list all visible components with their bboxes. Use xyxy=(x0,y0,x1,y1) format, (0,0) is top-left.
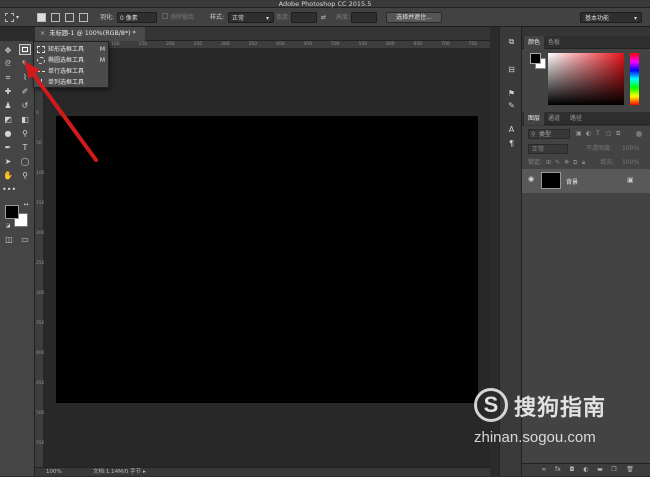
color-fg-swatch-front[interactable] xyxy=(530,53,541,64)
properties-panel-icon[interactable]: ⊟ xyxy=(506,65,517,75)
lock-row: 锁定: ⊞ ✎ ✥ ⧉ 🔒︎ 填充: 100% xyxy=(524,157,648,169)
filter-shape-icon[interactable]: ▢ xyxy=(606,129,612,139)
blend-mode-value: 正常 xyxy=(532,146,545,153)
opacity-value[interactable]: 100% xyxy=(622,144,639,154)
search-icon: ⚲ xyxy=(531,131,536,138)
add-mask-icon[interactable]: ◘ xyxy=(568,466,576,474)
new-group-icon[interactable]: ▬ xyxy=(596,466,604,474)
adjustment-layer-icon[interactable]: ◐ xyxy=(582,466,590,474)
watermark-brand: 搜狗指南 xyxy=(514,396,607,421)
blend-row: 正常 不透明度: 100% xyxy=(524,143,648,155)
history-panel-icon[interactable]: ⧉ xyxy=(506,37,517,47)
lock-label: 锁定: xyxy=(528,159,543,166)
new-layer-icon[interactable]: ❐ xyxy=(610,466,618,474)
foreground-color-swatch-front[interactable] xyxy=(5,205,19,219)
character-panel-icon[interactable]: A xyxy=(506,125,517,135)
fill-value[interactable]: 100% xyxy=(622,158,639,168)
tab-layers[interactable]: 图层 xyxy=(524,112,545,125)
filter-adjust-icon[interactable]: ◐ xyxy=(586,129,591,139)
filter-type-icon[interactable]: T xyxy=(596,129,600,139)
layers-bottom-bar: ∞ fx ◘ ◐ ▬ ❐ 🗑︎ xyxy=(522,463,650,476)
blend-mode-select[interactable]: 正常 xyxy=(528,144,568,154)
watermark-url: zhinan.sogou.com xyxy=(474,429,596,446)
layer-filter-label: 类型 xyxy=(539,131,552,138)
layer-name[interactable]: 背景 xyxy=(566,177,578,186)
lock-all-icon[interactable]: 🔒︎ xyxy=(582,158,585,168)
tab-swatches[interactable]: 色板 xyxy=(548,36,560,49)
lock-move-icon[interactable]: ✥ xyxy=(564,158,569,168)
layer-filter-select[interactable]: ⚲ 类型 xyxy=(528,129,570,139)
layers-panel-tabs: 图层 通道 路径 xyxy=(522,112,650,125)
paragraph-panel-icon[interactable]: ¶ xyxy=(506,139,517,149)
color-field[interactable] xyxy=(548,53,624,105)
filter-smart-icon[interactable]: ⧉ xyxy=(616,129,620,139)
fill-label: 填充: xyxy=(600,159,615,166)
adjust-panel-icon[interactable]: ⚑ xyxy=(506,89,517,99)
color-panel xyxy=(522,49,650,113)
layer-thumbnail xyxy=(541,172,561,189)
watermark: S 搜狗指南 zhinan.sogou.com xyxy=(470,385,650,455)
color-panel-tabs: 颜色 色板 xyxy=(522,36,650,49)
fx-icon[interactable]: fx xyxy=(554,466,562,474)
lock-icon: ▣ xyxy=(627,176,634,184)
opacity-label: 不透明度: xyxy=(586,145,613,152)
link-layers-icon[interactable]: ∞ xyxy=(540,466,548,474)
sogou-logo-icon: S xyxy=(474,388,508,422)
brush-panel-icon[interactable]: ✎ xyxy=(506,101,517,111)
hue-slider[interactable] xyxy=(630,53,639,105)
lock-artboard-icon[interactable]: ⧉ xyxy=(573,158,577,168)
layer-row-background[interactable]: ◉ 背景 ▣ xyxy=(522,169,650,193)
tab-color[interactable]: 颜色 xyxy=(524,36,545,49)
lock-paint-icon[interactable]: ✎ xyxy=(555,158,560,168)
tab-paths[interactable]: 路径 xyxy=(570,112,582,125)
tab-channels[interactable]: 通道 xyxy=(548,112,560,125)
lock-pixels-icon[interactable]: ⊞ xyxy=(546,158,551,168)
filter-toggle[interactable] xyxy=(636,131,642,137)
trash-icon[interactable]: 🗑︎ xyxy=(626,466,634,474)
layer-filter-row: ⚲ 类型 ▣ ◐ T ▢ ⧉ xyxy=(524,128,648,140)
filter-pixel-icon[interactable]: ▣ xyxy=(576,129,582,139)
eye-icon[interactable]: ◉ xyxy=(528,175,534,183)
